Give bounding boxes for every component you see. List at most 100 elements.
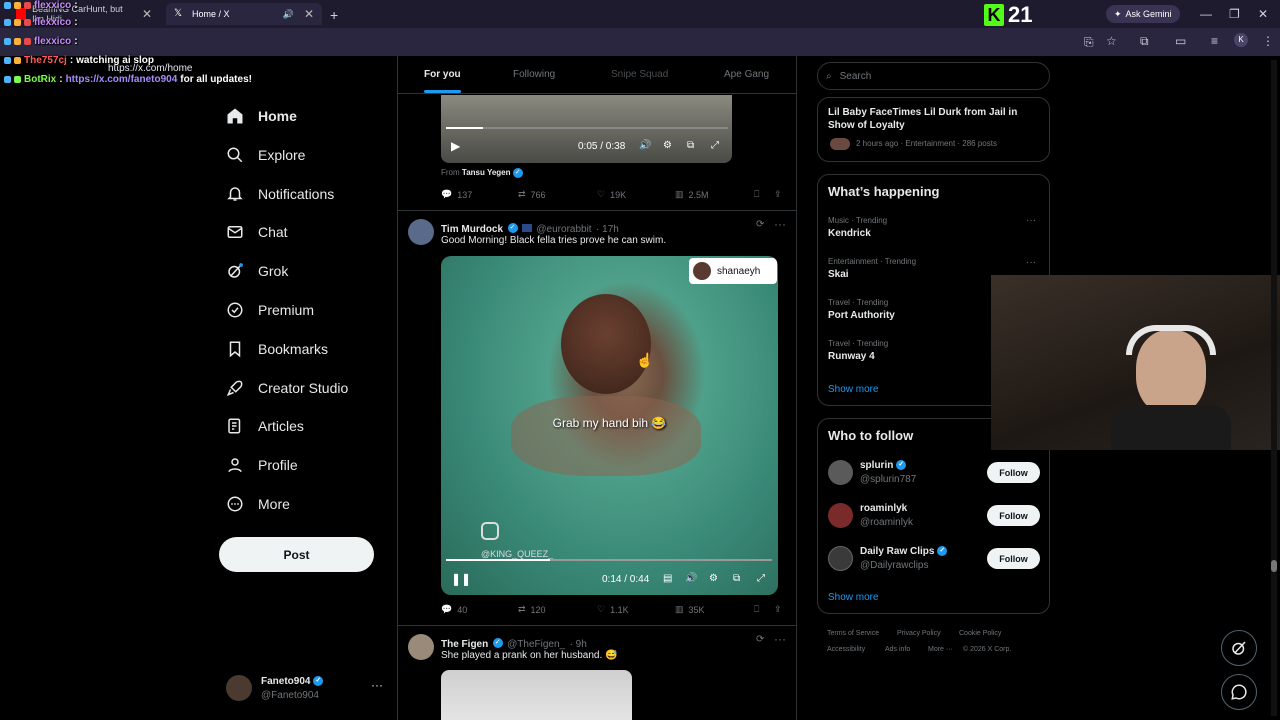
nav-item-grok[interactable]: Grok [226, 259, 288, 283]
new-tab-icon[interactable]: + [330, 8, 338, 22]
more-dots-icon[interactable]: ··· [1026, 215, 1036, 226]
more-dots-icon[interactable]: ··· [1026, 257, 1036, 268]
minimize-icon[interactable]: — [1200, 8, 1212, 20]
bookmark-icon[interactable]: ⎕ [754, 604, 759, 615]
media-icon[interactable]: ≡ [1211, 35, 1218, 47]
reply-button[interactable]: 💬 40 [441, 604, 467, 615]
account-switcher[interactable]: Faneto904 ✓ @Faneto904 ··· [226, 675, 386, 707]
footer-link[interactable]: Terms of Service [827, 630, 879, 637]
volume-icon[interactable]: 🔊 [685, 573, 697, 584]
tab-snipe-squad[interactable]: Snipe Squad [611, 69, 668, 80]
profile-avatar[interactable]: K [1234, 33, 1248, 47]
tab-for-you[interactable]: For you [424, 69, 461, 80]
speaker-icon[interactable]: 🔊 [283, 9, 294, 20]
extensions-icon[interactable]: ⧉ [1140, 35, 1149, 47]
play-icon[interactable]: ▶ [451, 139, 460, 153]
volume-icon[interactable]: 🔊 [639, 140, 651, 151]
avatar[interactable] [408, 219, 434, 245]
nav-item-notifications[interactable]: Notifications [226, 182, 334, 206]
nav-item-chat[interactable]: Chat [226, 220, 288, 244]
show-more-link[interactable]: Show more [828, 592, 879, 603]
nav-item-bookmarks[interactable]: Bookmarks [226, 337, 328, 361]
follow-button[interactable]: Follow [987, 505, 1040, 526]
more-dots-icon[interactable]: ··· [371, 678, 383, 692]
like-button[interactable]: ♡ 1.1K [597, 604, 629, 615]
tweet-media[interactable] [441, 670, 632, 720]
chat-float-button[interactable] [1221, 674, 1257, 710]
install-app-icon[interactable]: ⎘ [1084, 36, 1094, 48]
reply-button[interactable]: 💬 137 [441, 189, 472, 200]
news-card[interactable]: Lil Baby FaceTimes Lil Durk from Jail in… [817, 97, 1050, 162]
bookmark-icon[interactable]: ⎕ [754, 189, 759, 200]
show-more-link[interactable]: Show more [828, 384, 879, 395]
repost-count: 766 [530, 189, 546, 200]
post-button[interactable]: Post [219, 537, 374, 572]
tweet-time[interactable]: · 17h [596, 224, 619, 235]
menu-icon[interactable]: ⋮ [1262, 35, 1274, 47]
nav-item-explore[interactable]: Explore [226, 143, 305, 167]
grok-float-button[interactable] [1221, 630, 1257, 666]
star-icon[interactable]: ☆ [1106, 35, 1117, 47]
settings-icon[interactable]: ⚙ [663, 140, 672, 151]
sparkle-icon: ✦ [1114, 8, 1122, 19]
pip-icon[interactable]: ⧉ [687, 140, 694, 151]
views-button[interactable]: ▥ 2.5M [675, 189, 709, 200]
author-name[interactable]: Tim Murdock [441, 224, 503, 235]
fullscreen-icon[interactable]: ⤢ [757, 573, 765, 584]
tab-following[interactable]: Following [513, 69, 555, 80]
video-player[interactable]: shanaeyh Grab my hand bih 😂 @KING_QUEEZ_… [441, 256, 778, 595]
nav-item-more[interactable]: More [226, 492, 290, 516]
maximize-icon[interactable]: ❐ [1229, 8, 1240, 20]
avatar[interactable] [408, 634, 434, 660]
footer-link[interactable]: Ads info [885, 646, 910, 653]
fullscreen-icon[interactable]: ⤢ [711, 140, 719, 151]
footer-link[interactable]: Accessibility [827, 646, 865, 653]
video-progress[interactable] [446, 559, 772, 561]
trend-meta: Travel · Trending [828, 298, 889, 307]
like-button[interactable]: ♡ 19K [597, 189, 626, 200]
grok-icon[interactable]: ⟳ [756, 634, 764, 645]
settings-icon[interactable]: ⚙ [709, 573, 718, 584]
more-dots-icon[interactable]: ··· [774, 632, 786, 646]
chat-colon: : [69, 55, 74, 66]
grok-icon[interactable]: ⟳ [756, 219, 764, 230]
tweet-time[interactable]: · 9h [570, 639, 587, 650]
repost-button[interactable]: ⇄ 766 [518, 189, 546, 200]
video-player[interactable]: ▶ 0:05 / 0:38 🔊 ⚙ ⧉ ⤢ [441, 95, 732, 163]
search-input[interactable]: ⌕ Search [817, 62, 1050, 90]
views-button[interactable]: ▥ 35K [675, 604, 705, 615]
nav-item-creator-studio[interactable]: Creator Studio [226, 376, 348, 400]
source-name[interactable]: Tansu Yegen [462, 168, 511, 177]
video-progress[interactable] [446, 127, 728, 129]
chat-link[interactable]: https://x.com/faneto904 [66, 74, 178, 85]
footer-link[interactable]: Cookie Policy [959, 630, 1001, 637]
author-name[interactable]: The Figen [441, 639, 488, 650]
nav-item-articles[interactable]: Articles [226, 414, 304, 438]
scrollbar[interactable] [1271, 60, 1277, 716]
author-handle[interactable]: @TheFigen_ [507, 639, 565, 650]
close-icon[interactable]: ✕ [142, 7, 152, 21]
nav-item-premium[interactable]: Premium [226, 298, 314, 322]
pause-icon[interactable]: ❚❚ [451, 572, 471, 586]
close-icon[interactable]: ✕ [304, 7, 314, 21]
sidebar-icon[interactable]: ▭ [1175, 35, 1186, 47]
footer-link[interactable]: Privacy Policy [897, 630, 941, 637]
tab-home-x[interactable]: 𝕏 Home / X 🔊 ✕ [166, 3, 322, 25]
pip-icon[interactable]: ⧉ [733, 573, 740, 584]
nav-item-home[interactable]: Home [226, 104, 297, 128]
close-window-icon[interactable]: ✕ [1258, 8, 1268, 20]
nav-item-profile[interactable]: Profile [226, 453, 298, 477]
tab-ape-gang[interactable]: Ape Gang [724, 69, 769, 80]
scrollbar-thumb[interactable] [1271, 560, 1277, 572]
account-name: Faneto904 ✓ [261, 676, 324, 687]
more-dots-icon[interactable]: ··· [774, 217, 786, 231]
share-icon[interactable]: ⇪ [774, 604, 782, 615]
captions-icon[interactable]: ▤ [663, 573, 672, 584]
follow-button[interactable]: Follow [987, 462, 1040, 483]
footer-link[interactable]: More ··· [928, 646, 953, 653]
repost-button[interactable]: ⇄ 120 [518, 604, 546, 615]
author-handle[interactable]: @eurorabbit [536, 224, 591, 235]
ask-gemini-button[interactable]: ✦ Ask Gemini [1106, 5, 1180, 23]
follow-button[interactable]: Follow [987, 548, 1040, 569]
share-icon[interactable]: ⇪ [774, 189, 782, 200]
